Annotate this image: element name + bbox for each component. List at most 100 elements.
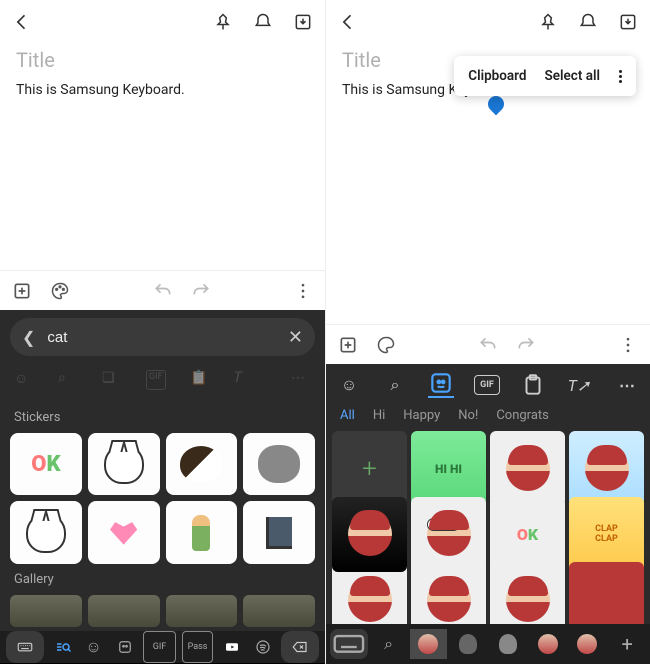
keyboard-content-tabs: ☺ ⌕ GIF T➚ ⋯ — [326, 364, 650, 402]
add-sticker-tile[interactable]: + — [332, 431, 407, 506]
reminder-icon[interactable] — [578, 12, 598, 32]
gallery-thumb[interactable] — [88, 595, 160, 627]
search-mode-icon[interactable] — [50, 631, 75, 663]
pack-avatar-4[interactable] — [529, 629, 567, 659]
emoji-tab-icon[interactable]: ☺ — [14, 370, 34, 390]
sticker-emoji-7[interactable] — [490, 562, 565, 624]
sticker-emoji-8[interactable] — [569, 562, 644, 624]
emoji-mode-icon[interactable]: ☺ — [81, 631, 106, 663]
save-icon[interactable] — [618, 12, 638, 32]
backspace-icon[interactable] — [281, 631, 319, 663]
cat-hi[interactable]: Hi — [373, 408, 385, 423]
sticker-hi[interactable]: HI HI — [411, 431, 486, 506]
search-tab-icon[interactable]: ⌕ — [382, 372, 408, 398]
more-icon[interactable] — [618, 335, 638, 355]
context-more-icon[interactable] — [612, 70, 628, 83]
reminder-icon[interactable] — [253, 12, 273, 32]
cat-congrats[interactable]: Congrats — [496, 408, 549, 423]
sticker-cat-brown[interactable] — [166, 433, 238, 495]
title-placeholder[interactable]: Title — [0, 44, 325, 78]
pack-add-icon[interactable]: + — [608, 629, 646, 659]
emoji-sticker-grid: + HI HI OK CLAPCLAP — [326, 431, 650, 624]
right-screenshot: Clipboard Select all Title This is Samsu… — [325, 0, 650, 664]
emoji-tab-icon[interactable]: ☺ — [336, 372, 362, 398]
youtube-mode-icon[interactable] — [219, 631, 244, 663]
pack-search-icon[interactable]: ⌕ — [370, 629, 408, 659]
pin-icon[interactable] — [213, 12, 233, 32]
sticker-emoji-2[interactable] — [569, 431, 644, 506]
gif-mode-icon[interactable]: GIF — [143, 631, 176, 663]
sticker-person[interactable] — [166, 501, 238, 563]
cat-happy[interactable]: Happy — [403, 408, 440, 423]
palette-icon[interactable] — [376, 335, 396, 355]
keyboard-toggle-icon[interactable] — [6, 631, 44, 663]
more-icon[interactable] — [293, 281, 313, 301]
keyboard-content-tabs: ☺ ⌕ ❏ GIF 📋 𝑇 ⋯ — [0, 364, 325, 396]
search-input[interactable] — [47, 329, 276, 346]
keyboard-panel-right: ☺ ⌕ GIF T➚ ⋯ All Hi Happy No! Congrats + — [326, 324, 650, 664]
gallery-thumb[interactable] — [10, 595, 82, 627]
note-toolbar — [326, 324, 650, 364]
redo-icon[interactable] — [191, 281, 211, 301]
redo-icon[interactable] — [516, 335, 536, 355]
pack-avatar-5[interactable] — [569, 629, 607, 659]
checkbox-icon[interactable] — [338, 335, 358, 355]
pack-avatar-1[interactable] — [410, 629, 448, 659]
search-back-icon[interactable]: ❮ — [22, 328, 35, 347]
undo-icon[interactable] — [478, 335, 498, 355]
gif-tab-icon[interactable]: GIF — [474, 372, 500, 398]
sticker-emoji-clap[interactable]: CLAPCLAP — [569, 497, 644, 572]
app-topbar — [326, 0, 650, 44]
cat-all[interactable]: All — [340, 408, 355, 423]
gallery-thumb[interactable] — [243, 595, 315, 627]
clipboard-tab-icon[interactable] — [520, 372, 546, 398]
keyboard-bottom-bar: ☺ GIF Pass — [0, 631, 325, 663]
undo-icon[interactable] — [153, 281, 173, 301]
palette-icon[interactable] — [50, 281, 70, 301]
text-tab-icon[interactable]: T➚ — [566, 372, 592, 398]
sticker-tab-icon[interactable] — [428, 372, 454, 398]
gif-tab-icon[interactable]: GIF — [146, 370, 166, 390]
sticker-emoji-ok[interactable]: OK — [490, 497, 565, 572]
sticker-ok[interactable]: OK — [10, 433, 82, 495]
pass-mode-icon[interactable]: Pass — [182, 631, 213, 663]
tabs-more-icon[interactable]: ⋯ — [291, 370, 311, 390]
note-toolbar — [0, 270, 325, 310]
clipboard-tab-icon[interactable]: 📋 — [190, 370, 210, 390]
spotify-mode-icon[interactable] — [250, 631, 275, 663]
pack-avatar-2[interactable] — [449, 629, 487, 659]
keyboard-toggle-icon[interactable] — [330, 629, 368, 659]
sticker-chair[interactable] — [243, 501, 315, 563]
context-select-all[interactable]: Select all — [539, 66, 606, 86]
stickers-section-label: Stickers — [0, 406, 325, 429]
back-icon[interactable] — [338, 12, 358, 32]
note-body[interactable]: This is Samsung Keyboard. — [0, 78, 325, 102]
checkbox-icon[interactable] — [12, 281, 32, 301]
text-context-menu: Clipboard Select all — [454, 56, 636, 96]
cat-no[interactable]: No! — [458, 408, 478, 423]
left-screenshot: Title This is Samsung Keyboard. ❮ ✕ — [0, 0, 325, 664]
sticker-pack-bar: ⌕ + — [326, 624, 650, 664]
save-icon[interactable] — [293, 12, 313, 32]
context-clipboard[interactable]: Clipboard — [462, 66, 532, 86]
sticker-mode-icon[interactable] — [112, 631, 137, 663]
pack-avatar-3[interactable] — [489, 629, 527, 659]
tabs-more-icon[interactable]: ⋯ — [614, 372, 640, 398]
app-topbar — [0, 0, 325, 44]
gallery-row — [0, 591, 325, 631]
sticker-emoji-1[interactable] — [490, 431, 565, 506]
sticker-cat-wave[interactable] — [10, 501, 82, 563]
text-tab-icon[interactable]: 𝑇 — [234, 370, 254, 390]
pin-icon[interactable] — [538, 12, 558, 32]
sticker-tab-icon[interactable]: ❏ — [102, 370, 122, 390]
gallery-thumb[interactable] — [166, 595, 238, 627]
sticker-emoji-fire[interactable] — [332, 497, 407, 572]
search-clear-icon[interactable]: ✕ — [288, 327, 303, 348]
search-tab-icon[interactable]: ⌕ — [58, 370, 78, 390]
back-icon[interactable] — [12, 12, 32, 32]
sticker-cat-heart[interactable] — [88, 501, 160, 563]
sticker-category-tabs: All Hi Happy No! Congrats — [326, 402, 650, 431]
sticker-cat-gray-1[interactable] — [243, 433, 315, 495]
sticker-emoji-sorry[interactable] — [411, 497, 486, 572]
sticker-cat-line[interactable] — [88, 433, 160, 495]
